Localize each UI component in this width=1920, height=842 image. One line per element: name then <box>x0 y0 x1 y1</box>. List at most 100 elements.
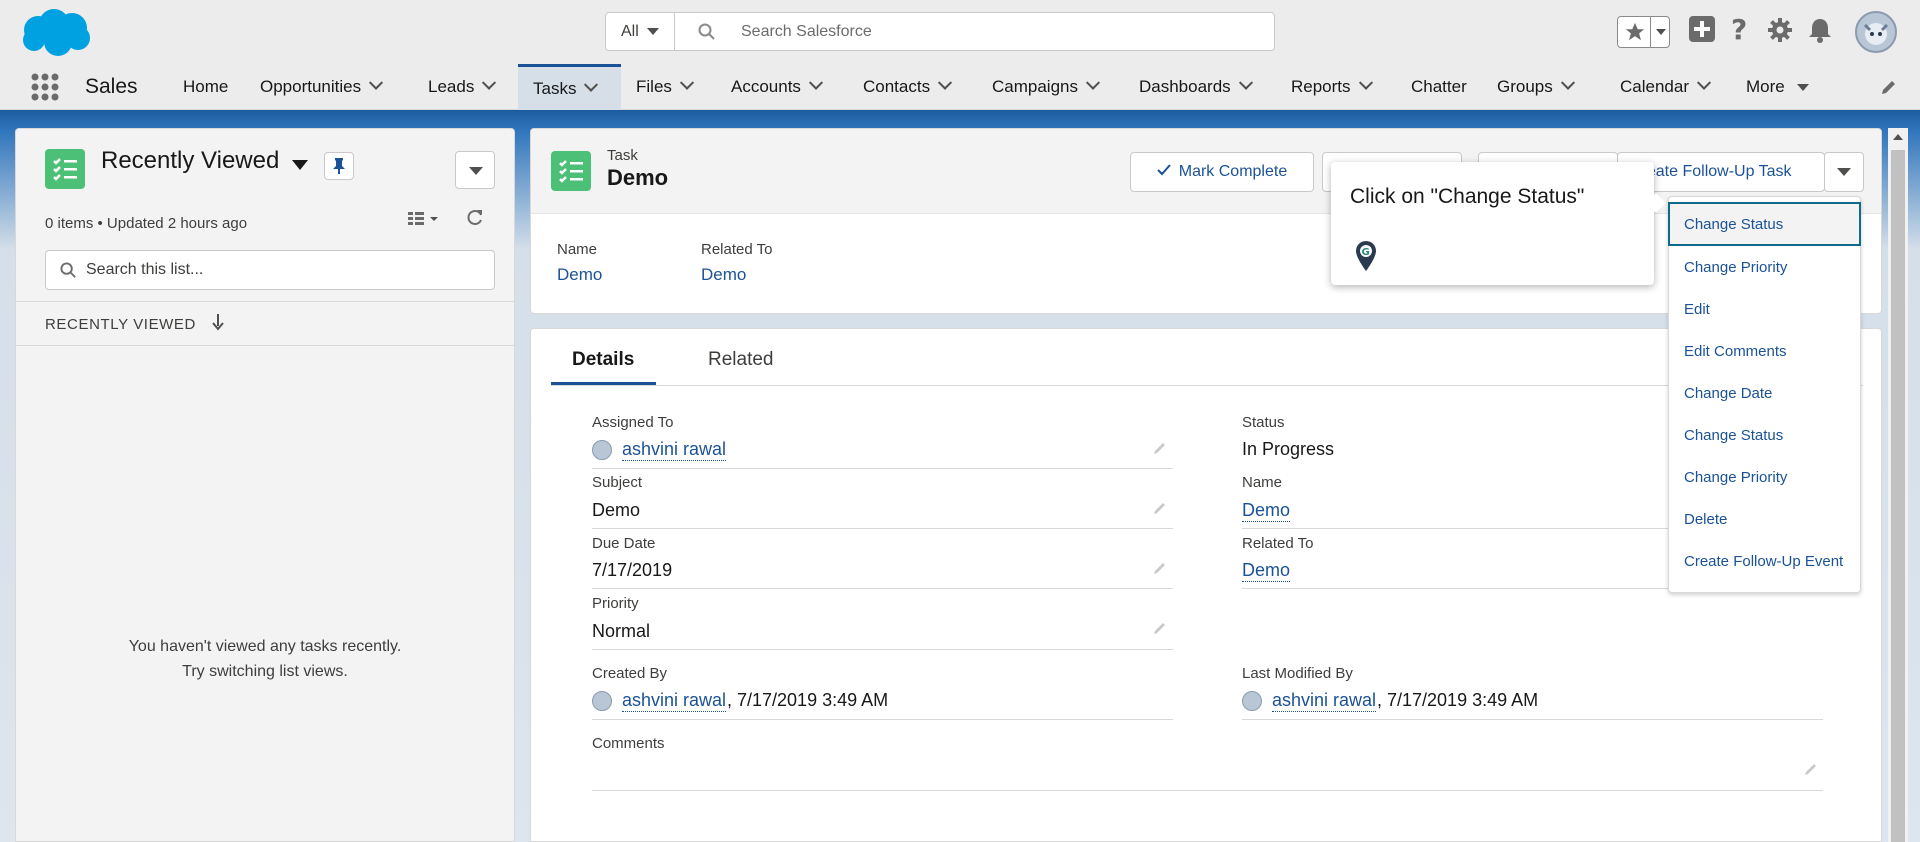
chevron-down-icon[interactable] <box>1560 75 1575 90</box>
svg-text:?: ? <box>1731 15 1747 43</box>
app-launcher-icon[interactable] <box>30 72 60 107</box>
chevron-down-icon[interactable] <box>1358 75 1373 90</box>
list-view-controls-button[interactable] <box>455 151 495 189</box>
field-label-created-by: Created By <box>592 665 668 682</box>
modified-by-link[interactable]: ashvini rawal <box>1272 690 1377 712</box>
app-name: Sales <box>85 75 138 98</box>
menu-item-change-status[interactable]: Change Status <box>1669 413 1860 457</box>
nav-item-leads[interactable]: Leads <box>428 64 497 110</box>
refresh-icon[interactable] <box>465 207 485 232</box>
menu-item-label: Delete <box>1684 510 1728 528</box>
empty-state-line: You haven't viewed any tasks recently. <box>128 638 402 655</box>
nav-item-label: Campaigns <box>992 77 1078 96</box>
nav-item-opportunities[interactable]: Opportunities <box>260 64 384 110</box>
list-view-panel: Recently Viewed 0 items • Updated 2 hour… <box>15 128 515 842</box>
nav-item-calendar[interactable]: Calendar <box>1620 64 1712 110</box>
display-as-table-icon[interactable] <box>406 208 440 233</box>
scrollbar-thumb[interactable] <box>1891 150 1905 842</box>
menu-item-label: Change Priority <box>1684 258 1788 276</box>
nav-item-label: Dashboards <box>1139 77 1231 96</box>
nav-item-label: More <box>1746 77 1785 96</box>
menu-item-change-status[interactable]: Change Status <box>1668 202 1861 246</box>
notifications-bell-icon[interactable] <box>1808 17 1832 48</box>
chevron-down-icon[interactable] <box>369 75 384 90</box>
search-input[interactable]: Search Salesforce <box>741 23 872 41</box>
edit-pencil-icon[interactable] <box>1153 561 1167 575</box>
related-to-link[interactable]: Demo <box>1242 560 1291 582</box>
menu-item-create-follow-up-event[interactable]: Create Follow-Up Event <box>1669 539 1860 583</box>
caret-down-icon <box>1796 83 1809 91</box>
edit-pencil-icon[interactable] <box>1153 501 1167 515</box>
nav-item-contacts[interactable]: Contacts <box>863 64 953 110</box>
edit-pencil-icon[interactable] <box>1153 441 1167 455</box>
check-icon <box>1157 163 1171 181</box>
user-avatar[interactable] <box>1855 11 1897 53</box>
menu-item-delete[interactable]: Delete <box>1669 497 1860 541</box>
menu-item-edit-comments[interactable]: Edit Comments <box>1669 329 1860 373</box>
mark-complete-button[interactable]: Mark Complete <box>1130 152 1314 192</box>
nav-item-more[interactable]: More <box>1746 64 1809 110</box>
search-scope-dropdown[interactable]: All <box>606 13 675 50</box>
list-view-title[interactable]: Recently Viewed <box>101 147 279 175</box>
nav-item-files[interactable]: Files <box>636 64 694 110</box>
global-create-icon[interactable] <box>1689 16 1715 47</box>
chevron-down-icon[interactable] <box>808 75 824 90</box>
edit-pencil-icon[interactable] <box>1153 621 1167 635</box>
chevron-down-icon[interactable] <box>938 75 953 90</box>
field-divider <box>592 790 1823 791</box>
list-search-input[interactable]: Search this list... <box>45 250 495 290</box>
menu-item-change-priority[interactable]: Change Priority <box>1669 455 1860 499</box>
name-link[interactable]: Demo <box>1242 500 1291 522</box>
global-header: All Search Salesforce ? <box>0 0 1920 64</box>
tooltip-text: Click on "Change Status" <box>1350 185 1585 208</box>
field-divider <box>592 528 1173 529</box>
nav-item-dashboards[interactable]: Dashboards <box>1139 64 1253 110</box>
edit-nav-pencil-icon[interactable] <box>1880 78 1898 101</box>
chevron-down-icon[interactable] <box>1238 75 1253 90</box>
nav-item-chatter[interactable]: Chatter <box>1411 64 1467 110</box>
chevron-down-icon[interactable] <box>679 75 694 90</box>
field-divider <box>592 719 1173 720</box>
app-nav-bar: Sales Home Opportunities Leads Tasks Fil… <box>0 64 1920 110</box>
nav-item-tasks[interactable]: Tasks <box>518 64 621 110</box>
setup-gear-icon[interactable] <box>1767 17 1793 48</box>
nav-item-groups[interactable]: Groups <box>1497 64 1575 110</box>
menu-item-edit[interactable]: Edit <box>1669 287 1860 331</box>
tab-details[interactable]: Details <box>572 349 634 371</box>
list-view-switcher-caret-icon[interactable] <box>292 160 308 170</box>
help-icon[interactable]: ? <box>1729 13 1751 48</box>
page-scrollbar[interactable] <box>1888 128 1908 842</box>
chevron-down-icon[interactable] <box>1085 75 1101 90</box>
list-view-meta: 0 items • Updated 2 hours ago <box>45 215 248 232</box>
highlight-name-link[interactable]: Demo <box>557 265 602 285</box>
more-actions-button[interactable] <box>1824 152 1864 192</box>
nav-item-reports[interactable]: Reports <box>1291 64 1373 110</box>
created-by-link[interactable]: ashvini rawal <box>622 690 727 712</box>
nav-item-accounts[interactable]: Accounts <box>731 64 824 110</box>
nav-item-campaigns[interactable]: Campaigns <box>992 64 1101 110</box>
modified-by-date: , 7/17/2019 3:49 AM <box>1377 690 1539 710</box>
highlight-name-label: Name <box>557 241 598 258</box>
salesforce-logo[interactable] <box>18 8 94 58</box>
menu-item-change-priority[interactable]: Change Priority <box>1669 245 1860 289</box>
nav-item-label: Reports <box>1291 77 1351 96</box>
menu-item-change-date[interactable]: Change Date <box>1669 371 1860 415</box>
assigned-to-link[interactable]: ashvini rawal <box>622 439 727 461</box>
pin-list-view-button[interactable] <box>324 152 354 180</box>
nav-item-home[interactable]: Home <box>183 64 228 110</box>
global-search: All Search Salesforce <box>605 12 1275 51</box>
highlight-related-link[interactable]: Demo <box>701 265 746 285</box>
chevron-down-icon[interactable] <box>1696 75 1712 90</box>
favorites-button[interactable] <box>1617 16 1670 48</box>
list-column-header[interactable]: RECENTLY VIEWED <box>16 301 514 346</box>
field-label-subject: Subject <box>592 474 643 491</box>
caret-down-icon <box>469 167 483 175</box>
empty-state-line: Try switching list views. <box>182 663 348 680</box>
tab-related[interactable]: Related <box>708 349 774 371</box>
edit-pencil-icon[interactable] <box>1804 762 1818 776</box>
scroll-up-arrow-icon[interactable] <box>1893 134 1903 140</box>
chevron-down-icon[interactable] <box>482 75 497 90</box>
menu-item-label: Edit <box>1684 300 1710 318</box>
chevron-down-icon[interactable] <box>584 77 599 92</box>
nav-item-label: Accounts <box>731 77 801 96</box>
